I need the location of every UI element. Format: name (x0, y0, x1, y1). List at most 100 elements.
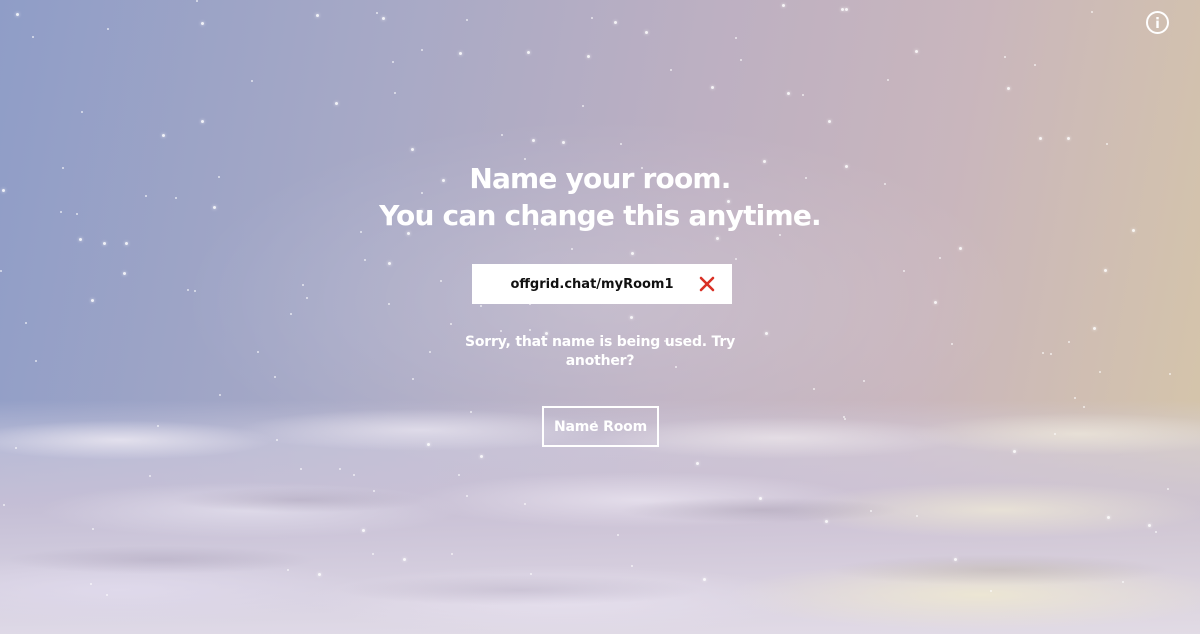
star-dot (951, 343, 953, 345)
star-dot (765, 332, 768, 335)
star-dot (339, 468, 341, 470)
star-dot (162, 134, 165, 137)
star-dot (1093, 327, 1096, 330)
star-dot (843, 416, 845, 418)
star-dot (81, 111, 83, 113)
star-dot (1039, 137, 1042, 140)
star-dot (388, 303, 390, 305)
star-dot (2, 189, 5, 192)
star-dot (1042, 352, 1044, 354)
star-dot (1007, 87, 1010, 90)
star-dot (711, 86, 714, 89)
star-dot (841, 8, 844, 11)
star-dot (591, 17, 593, 19)
star-dot (787, 92, 790, 95)
star-dot (123, 272, 126, 275)
star-dot (670, 69, 672, 71)
star-dot (421, 49, 423, 51)
star-dot (470, 411, 472, 413)
page-heading: Name your room. You can change this anyt… (300, 160, 900, 234)
star-dot (306, 297, 308, 299)
star-dot (614, 21, 617, 24)
star-dot (571, 248, 573, 250)
heading-line-2: You can change this anytime. (379, 199, 822, 232)
star-dot (201, 22, 204, 25)
star-dot (530, 573, 532, 575)
star-dot (318, 573, 321, 576)
star-dot (1155, 531, 1157, 533)
star-dot (257, 351, 259, 353)
star-dot (524, 503, 526, 505)
star-dot (735, 258, 737, 260)
star-dot (3, 504, 5, 506)
star-dot (353, 474, 355, 476)
star-dot (62, 167, 64, 169)
star-dot (934, 301, 937, 304)
error-message: Sorry, that name is being used. Try anot… (464, 334, 736, 369)
star-dot (1106, 143, 1108, 145)
star-dot (427, 443, 430, 446)
star-dot (562, 141, 565, 144)
star-dot (939, 257, 941, 259)
star-dot (302, 284, 304, 286)
star-dot (620, 143, 622, 145)
heading-line-1: Name your room. (469, 162, 731, 195)
name-room-button[interactable]: Name Room (542, 406, 659, 447)
star-dot (480, 455, 483, 458)
star-dot (915, 50, 918, 53)
star-dot (1074, 397, 1076, 399)
star-dot (92, 528, 94, 530)
star-dot (411, 148, 414, 151)
star-dot (382, 17, 385, 20)
star-dot (828, 120, 831, 123)
star-dot (532, 139, 535, 142)
star-dot (1169, 373, 1171, 375)
star-dot (276, 439, 278, 441)
star-dot (450, 323, 452, 325)
star-dot (1004, 56, 1006, 58)
star-dot (412, 378, 414, 380)
info-button[interactable] (1146, 11, 1169, 34)
star-dot (394, 92, 396, 94)
star-dot (863, 380, 865, 382)
star-dot (696, 462, 699, 465)
star-dot (451, 553, 453, 555)
star-dot (364, 259, 366, 261)
clear-input-button[interactable] (698, 275, 716, 293)
room-name-field (472, 264, 732, 304)
star-dot (175, 197, 177, 199)
star-dot (149, 475, 151, 477)
star-dot (630, 316, 633, 319)
close-x-icon (699, 276, 715, 292)
star-dot (740, 59, 742, 61)
star-dot (440, 280, 442, 282)
star-dot (0, 270, 2, 272)
star-dot (60, 211, 62, 213)
star-dot (716, 237, 719, 240)
star-dot (125, 242, 128, 245)
star-dot (1091, 11, 1093, 13)
info-icon (1156, 17, 1159, 28)
star-dot (362, 529, 365, 532)
star-dot (376, 12, 378, 14)
star-dot (25, 322, 27, 324)
star-dot (903, 270, 905, 272)
star-dot (954, 558, 957, 561)
star-dot (959, 247, 962, 250)
star-dot (782, 4, 785, 7)
star-dot (1054, 433, 1056, 435)
star-dot (1067, 137, 1070, 140)
star-dot (458, 474, 460, 476)
star-dot (251, 80, 253, 82)
star-dot (759, 497, 762, 500)
star-dot (845, 8, 848, 11)
room-name-input[interactable] (472, 264, 692, 304)
star-dot (631, 252, 634, 255)
star-dot (372, 553, 374, 555)
star-dot (617, 534, 619, 536)
star-dot (213, 206, 216, 209)
star-dot (813, 388, 815, 390)
star-dot (76, 213, 78, 215)
star-dot (290, 313, 292, 315)
star-dot (79, 238, 82, 241)
